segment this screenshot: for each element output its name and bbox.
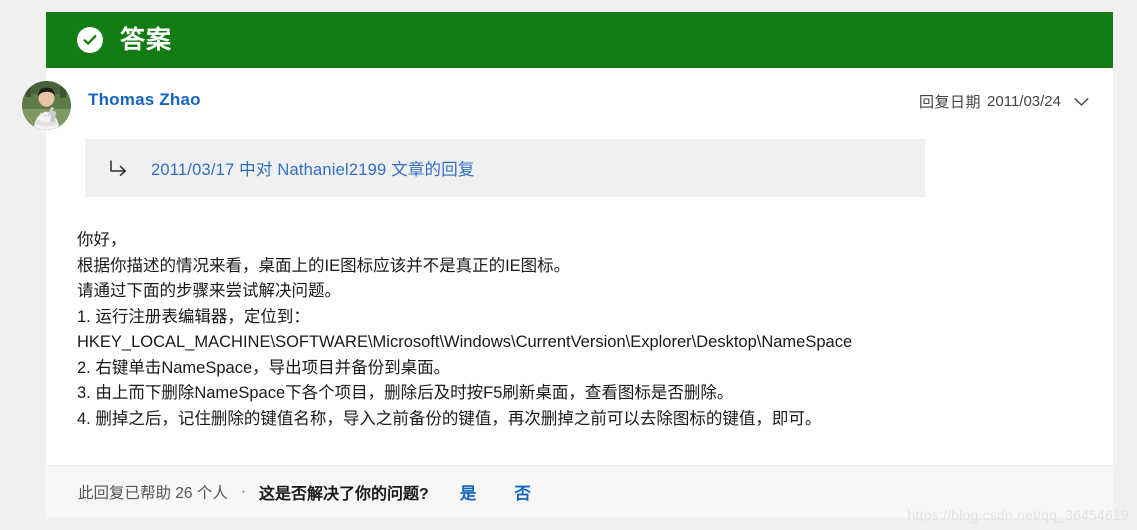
quoted-reply-box: 2011/03/17 中对 Nathaniel2199 文章的回复: [85, 139, 925, 197]
reply-arrow-icon: [108, 160, 128, 176]
chevron-down-icon[interactable]: [1074, 97, 1089, 107]
body-line: 4. 删掉之后，记住删除的键值名称，导入之前备份的键值，再次删掉之前可以去除图标…: [77, 409, 822, 428]
solved-question-prompt: 这是否解决了你的问题?: [259, 486, 429, 503]
body-line: 你好，: [77, 231, 127, 249]
body-line: 请通过下面的步骤来尝试解决问题。: [77, 282, 341, 300]
body-line: 2. 右键单击NameSpace，导出项目并备份到桌面。: [77, 358, 451, 377]
quoted-reply-link[interactable]: 2011/03/17 中对 Nathaniel2199 文章的回复: [151, 156, 475, 180]
answer-header-title: 答案: [120, 25, 173, 54]
helpful-count-text: 此回复已帮助 26 个人: [78, 485, 228, 502]
answer-card: 答案 Thomas Zhao 回复日期 2011/03/24 2011/03/1…: [22, 12, 1113, 518]
body-line-registry-path: HKEY_LOCAL_MACHINE\SOFTWARE\Microsoft\Wi…: [77, 333, 853, 351]
author-name[interactable]: Thomas Zhao: [88, 90, 201, 110]
answer-header-bar: 答案: [46, 12, 1113, 68]
body-line: 根据你描述的情况来看，桌面上的IE图标应该并不是真正的IE图标。: [77, 256, 571, 275]
vote-yes-button[interactable]: 是: [460, 480, 477, 504]
answer-footer: 此回复已帮助 26 个人 · 这是否解决了你的问题? 是 否: [46, 465, 1113, 518]
avatar[interactable]: [22, 81, 71, 130]
reply-date-group[interactable]: 回复日期 2011/03/24: [919, 91, 1089, 112]
vote-no-button[interactable]: 否: [514, 480, 531, 504]
answer-body: 你好， 根据你描述的情况来看，桌面上的IE图标应该并不是真正的IE图标。 请通过…: [77, 228, 1077, 432]
body-line: 3. 由上而下删除NameSpace下各个项目，删除后及时按F5刷新桌面，查看图…: [77, 384, 734, 402]
author-row: Thomas Zhao 回复日期 2011/03/24: [22, 68, 1113, 130]
footer-dot-separator: ·: [240, 483, 247, 500]
reply-date-label: 回复日期: [919, 94, 982, 111]
reply-date-value: 2011/03/24: [987, 93, 1061, 110]
check-circle-icon: [77, 27, 103, 53]
body-line: 1. 运行注册表编辑器，定位到：: [77, 307, 310, 326]
